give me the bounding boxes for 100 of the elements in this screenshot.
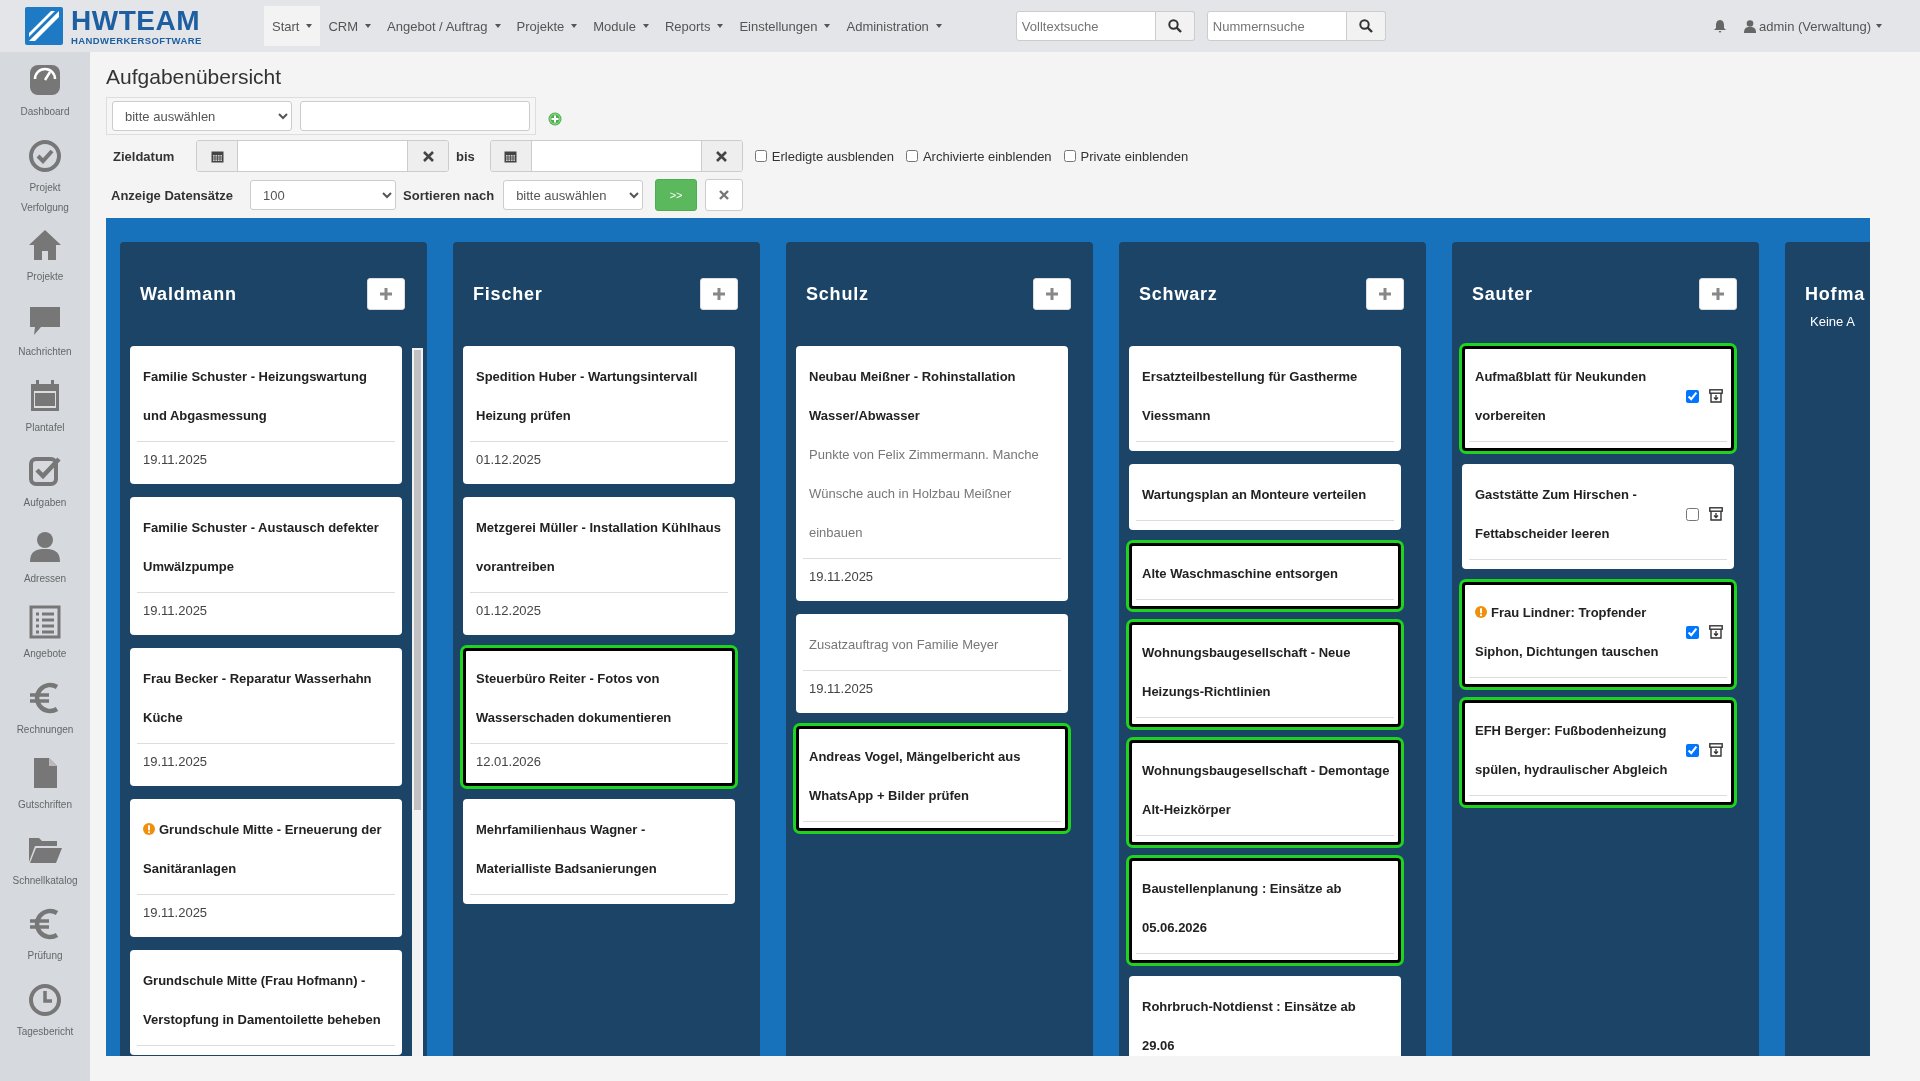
count-label: Anzeige Datensätze	[110, 187, 235, 203]
task-date: 19.11.2025	[143, 452, 208, 467]
bell-icon[interactable]	[1714, 19, 1726, 33]
archive-icon[interactable]	[1709, 389, 1723, 403]
logo-subtitle: HANDWERKERSOFTWARE	[71, 35, 202, 46]
plus-icon	[380, 288, 392, 300]
clear-icon[interactable]	[716, 150, 728, 162]
add-task-button[interactable]	[1033, 278, 1071, 310]
sidebar-item[interactable]: Projekt Verfolgung	[15, 137, 75, 227]
checkbox-label: Archivierte einblenden	[922, 148, 1052, 164]
task-card[interactable]: Mehrfamilienhaus Wagner - Materialliste Badsanierungen	[463, 799, 735, 904]
done-checkbox[interactable]	[1686, 625, 1699, 639]
sidebar-item[interactable]: Plantafel	[4, 377, 86, 453]
task-card[interactable]: Gaststätte Zum Hirschen - Fettabscheider leeren	[1462, 464, 1734, 569]
menu-item[interactable]: Einstellungen	[731, 6, 839, 46]
sidebar-item[interactable]: Prüfung	[4, 906, 86, 982]
task-card[interactable]: Rohrbruch-Notdienst : Einsätze ab 29.06	[1129, 976, 1401, 1056]
task-card[interactable]: Grundschule Mitte - Erneuerung der Sanitäranlagen 19.11.2025	[130, 799, 402, 937]
sidebar-item[interactable]: Tagesbericht	[4, 981, 86, 1057]
user-menu[interactable]: admin (Verwaltung)	[1738, 17, 1888, 35]
sidebar-label: Tagesbericht	[15, 1024, 75, 1039]
add-task-button[interactable]	[367, 278, 405, 310]
task-date: 19.11.2025	[143, 905, 208, 920]
task-title: Gaststätte Zum Hirschen - Fettabscheider leeren	[1475, 486, 1638, 543]
filter-input[interactable]	[300, 101, 530, 131]
task-card[interactable]: Familie Schuster - Heizungswartung und Abgasmessung 19.11.2025	[130, 346, 402, 484]
task-title: Frau Becker - Reparatur Wasserhahn Küche	[143, 670, 373, 727]
task-card[interactable]: Baustellenplanung : Einsätze ab 05.06.2026	[1129, 858, 1401, 963]
add-task-button[interactable]	[1366, 278, 1404, 310]
done-checkbox[interactable]	[1686, 743, 1699, 757]
reset-button[interactable]	[705, 179, 744, 211]
gauge-icon	[27, 62, 63, 98]
task-card[interactable]: Wartungsplan an Monteure verteilen	[1129, 464, 1401, 530]
caret-icon	[1876, 24, 1882, 28]
search-field[interactable]: Volltextsuche	[1015, 11, 1156, 41]
sidebar-item[interactable]: Rechnungen	[4, 679, 86, 755]
task-card[interactable]: Alte Waschmaschine entsorgen	[1129, 543, 1401, 609]
add-icon[interactable]	[548, 112, 562, 126]
task-card[interactable]: Andreas Vogel, Mängelbericht aus WhatsApp + Bilder prüfen	[796, 726, 1068, 831]
add-task-button[interactable]	[700, 278, 738, 310]
sidebar-item[interactable]: Aufgaben	[4, 453, 86, 529]
sidebar-item[interactable]: Projekte	[4, 226, 86, 302]
bis-label: bis	[455, 148, 476, 164]
task-card[interactable]: Steuerbüro Reiter - Fotos von Wasserschaden dokumentieren 12.01.2026	[463, 648, 735, 786]
sidebar-item[interactable]: Schnellkatalog	[4, 830, 86, 906]
checkbox[interactable]	[905, 150, 918, 162]
sort-select[interactable]: bitte auswählen	[503, 180, 644, 210]
clear-icon[interactable]	[422, 150, 434, 162]
menu-item[interactable]: Module	[585, 6, 657, 46]
task-card[interactable]: EFH Berger: Fußbodenheizung spülen, hydraulischer Abgleich	[1462, 700, 1734, 805]
count-select[interactable]: 100	[250, 180, 397, 210]
task-card[interactable]: Zusatzauftrag von Familie Meyer 19.11.2025	[796, 614, 1068, 713]
sidebar-item[interactable]: Gutschriften	[4, 755, 86, 831]
task-card[interactable]: Wohnungsbaugesellschaft - Neue Heizungs-Richtlinien	[1129, 622, 1401, 727]
done-checkbox[interactable]	[1686, 507, 1699, 521]
menu-item[interactable]: CRM	[320, 6, 380, 46]
sidebar-item[interactable]: Adressen	[4, 528, 86, 604]
checkbox[interactable]	[754, 150, 767, 162]
menu-item[interactable]: Administration	[838, 6, 950, 46]
column-title: Hofma	[1805, 283, 1865, 305]
plus-icon	[713, 288, 725, 300]
task-title: Wohnungsbaugesellschaft - Demontage Alt-Heizkörper	[1142, 762, 1390, 819]
task-title: Metzgerei Müller - Installation Kühlhaus vorantreiben	[476, 519, 722, 576]
field-select[interactable]: bitte auswählen	[112, 101, 292, 131]
task-title: Steuerbüro Reiter - Fotos von Wasserschaden dokumentieren	[476, 670, 673, 727]
date-field[interactable]	[196, 140, 449, 172]
task-card[interactable]: Metzgerei Müller - Installation Kühlhaus vorantreiben 01.12.2025	[463, 497, 735, 635]
menu-item[interactable]: Angebot / Auftrag	[379, 6, 509, 46]
sidebar-item[interactable]: Dashboard	[4, 62, 86, 138]
sidebar-item[interactable]: Nachrichten	[4, 302, 86, 378]
done-checkbox[interactable]	[1686, 389, 1699, 403]
task-card[interactable]: Familie Schuster - Austausch defekter Umwälzpumpe 19.11.2025	[130, 497, 402, 635]
task-card[interactable]: Wohnungsbaugesellschaft - Demontage Alt-Heizkörper	[1129, 740, 1401, 845]
search-button[interactable]	[1155, 11, 1195, 41]
search-field[interactable]: Nummernsuche	[1206, 11, 1347, 41]
menu-item[interactable]: Start	[264, 6, 321, 46]
sidebar-item[interactable]: Angebote	[4, 604, 86, 680]
archive-icon[interactable]	[1709, 625, 1723, 639]
checkbox[interactable]	[1063, 150, 1076, 162]
task-card[interactable]: Spedition Huber - Wartungsintervall Heizung prüfen 01.12.2025	[463, 346, 735, 484]
menu-item[interactable]: Reports	[656, 6, 732, 46]
task-card[interactable]: Neubau Meißner - Rohinstallation Wasser/Abwasser Punkte von Felix Zimmermann. Manche Wünsche auch in Holzbau Meißner einbauen 19.11.2025	[796, 346, 1068, 601]
add-task-button[interactable]	[1699, 278, 1737, 310]
date-field[interactable]	[489, 140, 743, 172]
menu-item[interactable]: Projekte	[508, 6, 586, 46]
archive-icon[interactable]	[1709, 743, 1723, 757]
task-date: 01.12.2025	[476, 452, 542, 467]
search-button[interactable]	[1346, 11, 1386, 41]
sidebar-label: Schnellkatalog	[11, 873, 79, 888]
archive-icon[interactable]	[1709, 507, 1723, 521]
task-card[interactable]: Grundschule Mitte (Frau Hofmann) - Verstopfung in Damentoilette beheben	[130, 950, 402, 1055]
scrollbar[interactable]	[412, 348, 423, 1056]
task-card[interactable]: Frau Becker - Reparatur Wasserhahn Küche 19.11.2025	[130, 648, 402, 786]
task-title: Baustellenplanung : Einsätze ab 05.06.2026	[1142, 880, 1343, 937]
close-icon	[719, 190, 730, 200]
task-card[interactable]: Aufmaßblatt für Neukunden vorbereiten	[1462, 346, 1734, 451]
task-card[interactable]: Ersatzteilbestellung für Gastherme Viessmann	[1129, 346, 1401, 451]
task-card[interactable]: Frau Lindner: Tropfender Siphon, Dichtungen tauschen	[1462, 582, 1734, 687]
sidebar-label: Gutschriften	[17, 798, 73, 812]
empty-message: Keine A	[1809, 314, 1856, 329]
